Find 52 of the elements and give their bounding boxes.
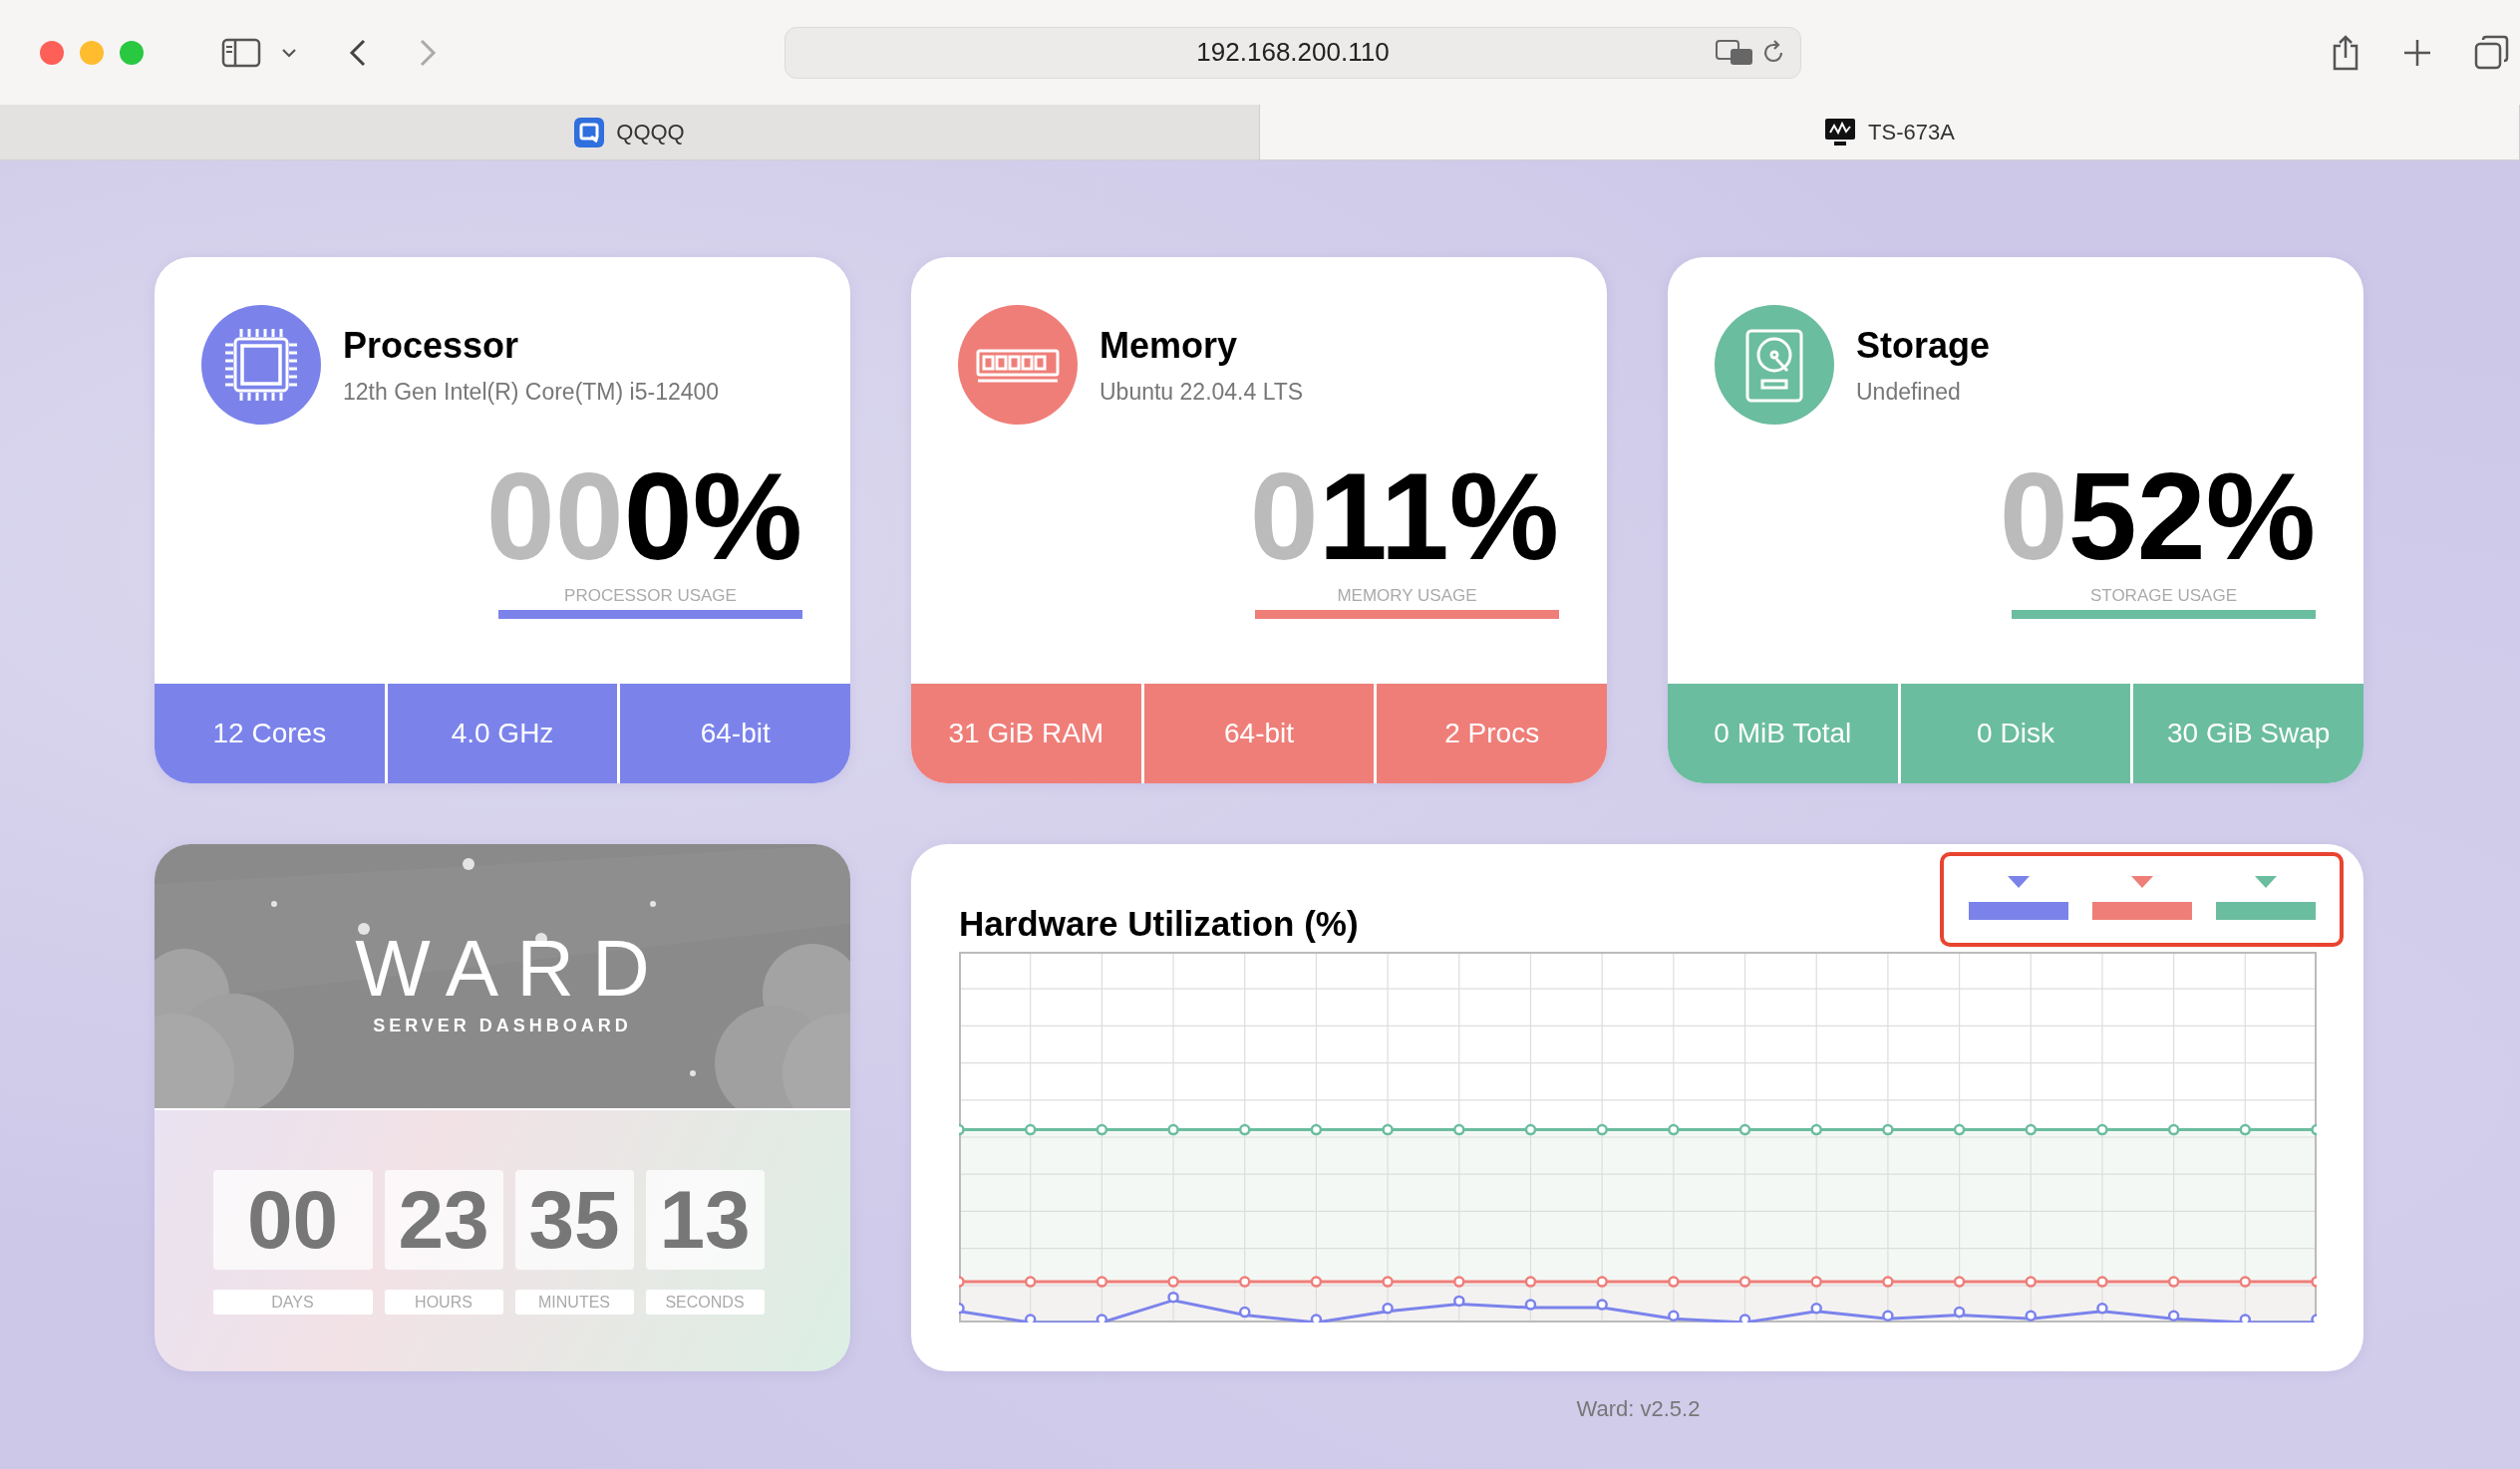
stat-cell: 31 GiB RAM [911,684,1141,783]
browser-tab[interactable]: QQQQ [0,105,1260,159]
usage-label: MEMORY USAGE [1336,586,1478,606]
browser-tab[interactable]: TS-673A [1260,105,2520,159]
triangle-icon [2007,876,2030,888]
uptime-label: SECONDS [645,1290,765,1315]
share-icon[interactable] [2331,33,2361,72]
back-icon[interactable] [349,38,367,67]
uptime-label: HOURS [384,1290,503,1315]
chart-title: Hardware Utilization (%) [959,904,1359,945]
uptime-value: 00 [212,1170,373,1270]
sidebar-icon[interactable] [221,37,261,68]
usage-percent: 052% [1999,454,2316,578]
uptime-value: 13 [645,1170,765,1270]
chevron-down-icon[interactable] [281,47,297,58]
stat-cell: 12 Cores [155,684,385,783]
card-subtitle: Undefined [1856,378,1962,406]
usage-label: PROCESSOR USAGE [563,586,738,606]
triangle-icon [2130,876,2153,888]
version-text: Ward: v2.5.2 [1575,1396,1702,1422]
uptime-label: MINUTES [514,1290,634,1315]
card-title: Memory [1100,324,1239,367]
card-subtitle: 12th Gen Intel(R) Core(TM) i5-12400 [343,378,720,406]
close-icon[interactable] [40,40,64,65]
uptime-value: 23 [384,1170,503,1270]
stat-cell: 0 Disk [1900,684,2131,783]
stat-cell: 4.0 GHz [387,684,618,783]
legend-swatch[interactable] [2091,902,2192,920]
new-tab-icon[interactable] [2402,37,2432,68]
stat-cell: 2 Procs [1377,684,1607,783]
card-title: Processor [343,324,520,367]
legend-swatch[interactable] [2215,902,2316,920]
stat-cell: 0 MiB Total [1668,684,1898,783]
stat-cell: 64-bit [1143,684,1375,783]
app-icon [574,117,605,147]
usage-percent: 000% [485,454,802,578]
card-title: Storage [1856,324,1991,367]
address-bar[interactable]: 192.168.200.110 [785,26,1801,79]
monitor-icon [1824,117,1857,147]
stat-cell: 64-bit [620,684,850,783]
triangle-icon [2254,876,2277,888]
usage-label: STORAGE USAGE [2088,586,2239,606]
uptime-value: 35 [514,1170,634,1270]
uptime-label: DAYS [212,1290,373,1315]
logo-subtitle: SERVER DASHBOARD [372,1016,633,1036]
logo-title: WARD [354,929,669,1009]
stat-cell: 30 GiB Swap [2133,684,2363,783]
tab-overview-icon[interactable] [2474,34,2510,71]
legend-swatch[interactable] [1968,902,2068,920]
usage-percent: 011% [1249,454,1559,578]
card-subtitle: Ubuntu 22.04.4 LTS [1100,378,1304,406]
address-text: 192.168.200.110 [1196,37,1390,68]
